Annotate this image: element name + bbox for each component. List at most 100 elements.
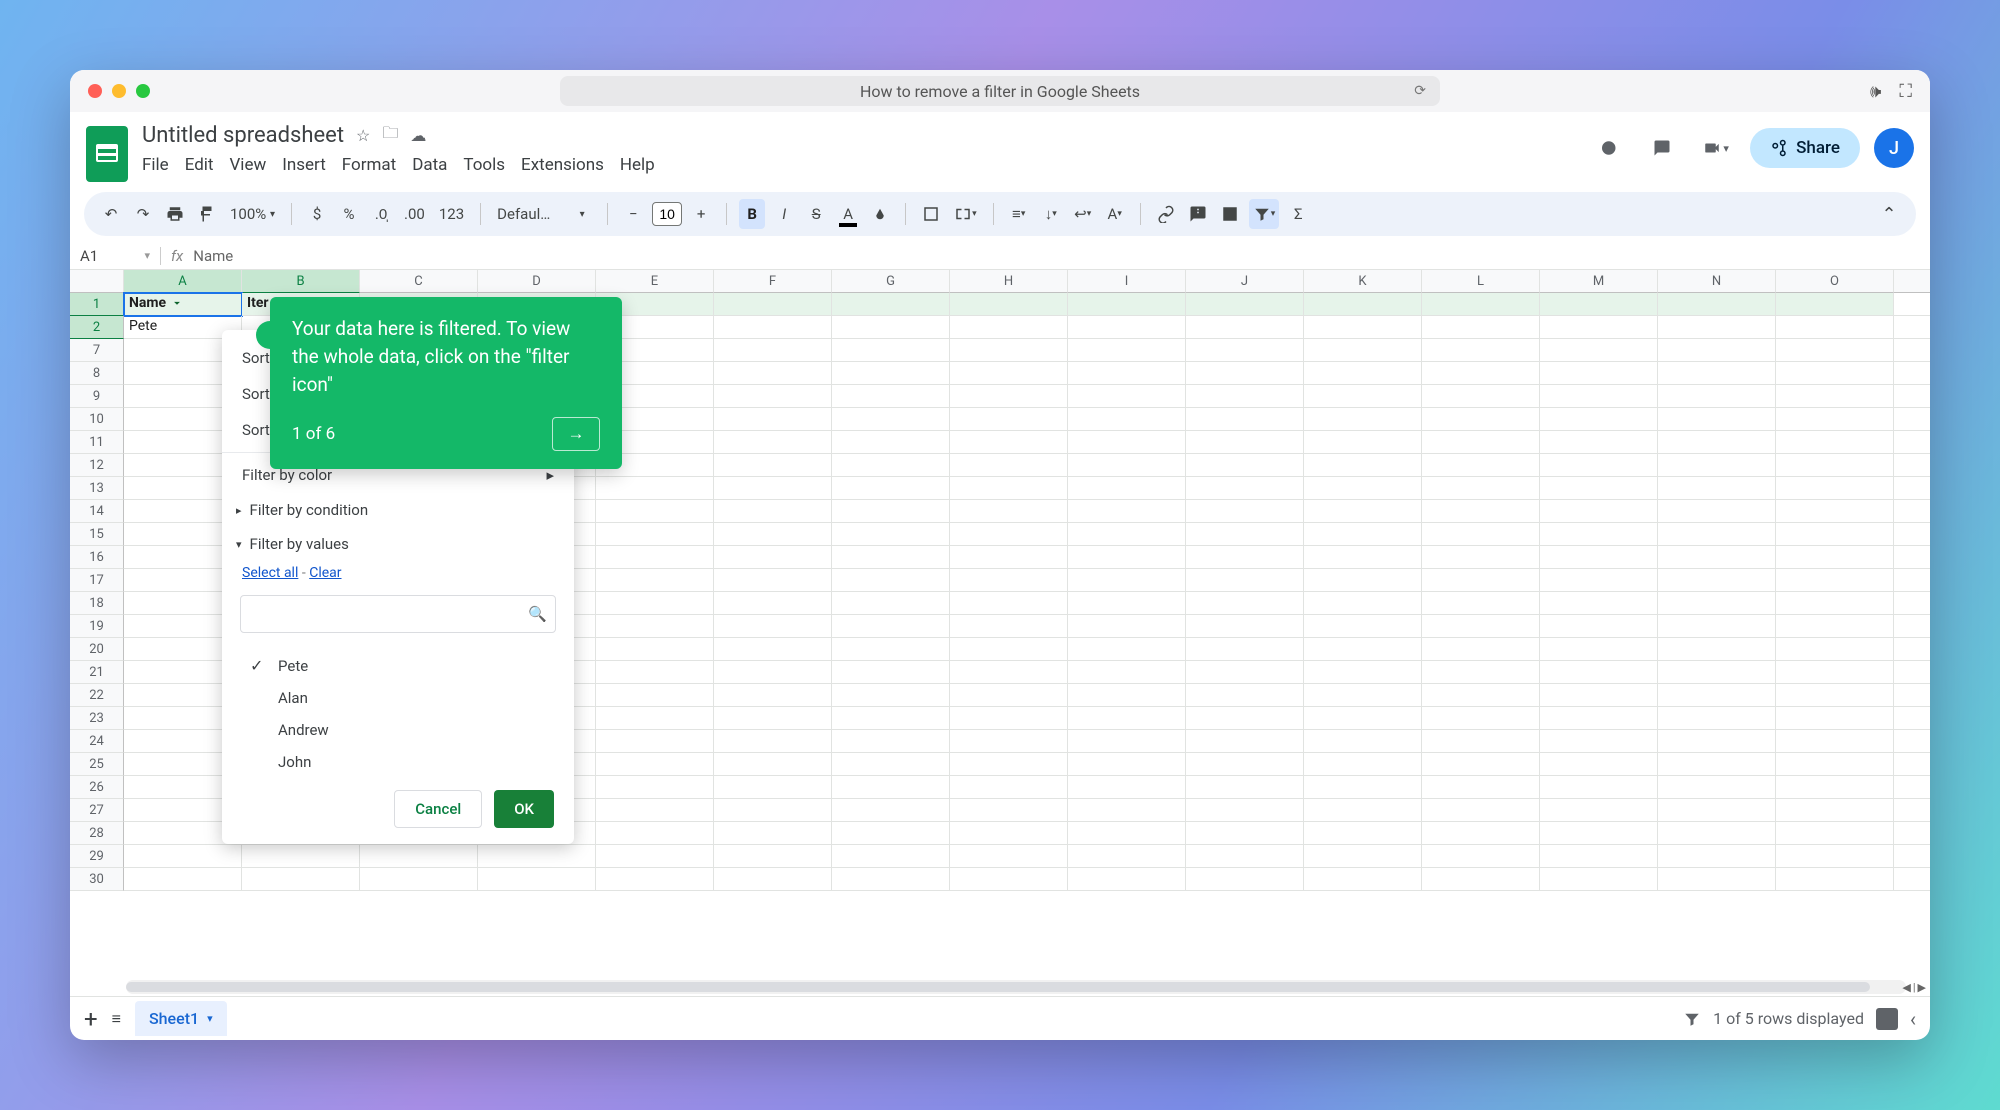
cell[interactable] xyxy=(596,707,714,730)
bold-button[interactable]: B xyxy=(739,199,765,229)
cell[interactable] xyxy=(1658,868,1776,891)
cell[interactable] xyxy=(1776,822,1894,845)
cell[interactable] xyxy=(1186,776,1304,799)
search-icon[interactable]: 🔍 xyxy=(528,605,547,623)
cell[interactable] xyxy=(1422,868,1540,891)
cell[interactable] xyxy=(596,546,714,569)
link-button[interactable] xyxy=(1153,199,1179,229)
cell[interactable] xyxy=(1186,868,1304,891)
cell[interactable] xyxy=(1068,385,1186,408)
cell[interactable] xyxy=(1540,615,1658,638)
column-header-M[interactable]: M xyxy=(1540,270,1658,293)
cell[interactable] xyxy=(1540,868,1658,891)
cell[interactable] xyxy=(1422,776,1540,799)
cell[interactable] xyxy=(1186,661,1304,684)
cell[interactable] xyxy=(1068,293,1186,316)
cell[interactable] xyxy=(1422,546,1540,569)
row-header[interactable]: 11 xyxy=(70,431,124,454)
column-header[interactable] xyxy=(1894,270,1930,293)
cell[interactable] xyxy=(714,293,832,316)
cell[interactable] xyxy=(1186,500,1304,523)
strikethrough-button[interactable]: S xyxy=(803,199,829,229)
column-header-J[interactable]: J xyxy=(1186,270,1304,293)
cell[interactable] xyxy=(1776,592,1894,615)
row-header[interactable]: 7 xyxy=(70,339,124,362)
font-size-input[interactable] xyxy=(652,202,682,226)
cell[interactable] xyxy=(714,569,832,592)
cell[interactable] xyxy=(714,822,832,845)
font-size-decrease[interactable]: − xyxy=(620,199,646,229)
cell[interactable] xyxy=(596,730,714,753)
column-header-K[interactable]: K xyxy=(1304,270,1422,293)
cell[interactable] xyxy=(1186,523,1304,546)
cell[interactable] xyxy=(360,845,478,868)
cell[interactable] xyxy=(1068,592,1186,615)
cell[interactable] xyxy=(950,592,1068,615)
cell[interactable] xyxy=(1894,523,1930,546)
cell[interactable] xyxy=(1304,523,1422,546)
cell[interactable] xyxy=(950,569,1068,592)
fullscreen-icon[interactable]: ⛶ xyxy=(1899,81,1912,102)
row-header[interactable]: 23 xyxy=(70,707,124,730)
filter-value-item[interactable]: Andrew xyxy=(232,714,564,746)
cell[interactable] xyxy=(1658,431,1776,454)
cell[interactable] xyxy=(1894,730,1930,753)
cell[interactable] xyxy=(1894,845,1930,868)
cell[interactable] xyxy=(1894,569,1930,592)
row-header[interactable]: 8 xyxy=(70,362,124,385)
cell[interactable] xyxy=(1540,339,1658,362)
currency-button[interactable]: $ xyxy=(304,199,330,229)
cell[interactable] xyxy=(1068,684,1186,707)
cell[interactable] xyxy=(950,845,1068,868)
cell[interactable] xyxy=(1068,822,1186,845)
cell[interactable] xyxy=(950,339,1068,362)
cell[interactable] xyxy=(1776,339,1894,362)
cell[interactable] xyxy=(1658,385,1776,408)
cell[interactable] xyxy=(714,845,832,868)
merge-button[interactable]: ▾ xyxy=(950,199,981,229)
cell[interactable] xyxy=(950,362,1068,385)
cell[interactable] xyxy=(714,362,832,385)
cell[interactable] xyxy=(1540,546,1658,569)
cell[interactable] xyxy=(714,500,832,523)
insert-chart-button[interactable] xyxy=(1217,199,1243,229)
cell[interactable] xyxy=(1540,569,1658,592)
cell[interactable] xyxy=(1658,316,1776,339)
cell[interactable] xyxy=(1776,638,1894,661)
explore-button[interactable] xyxy=(1876,1008,1898,1030)
meet-icon[interactable]: ▾ xyxy=(1696,128,1736,168)
row-header[interactable]: 21 xyxy=(70,661,124,684)
cell[interactable] xyxy=(1658,362,1776,385)
cell[interactable] xyxy=(950,868,1068,891)
side-panel-toggle-icon[interactable]: ‹ xyxy=(1910,1007,1916,1031)
cell[interactable] xyxy=(1894,339,1930,362)
cell[interactable] xyxy=(1658,569,1776,592)
cell[interactable] xyxy=(1658,661,1776,684)
column-header-O[interactable]: O xyxy=(1776,270,1894,293)
cell[interactable] xyxy=(1658,753,1776,776)
text-color-button[interactable]: A xyxy=(835,199,861,229)
cell[interactable] xyxy=(1422,799,1540,822)
cell[interactable] xyxy=(950,730,1068,753)
cell[interactable] xyxy=(832,546,950,569)
cell[interactable] xyxy=(1776,661,1894,684)
filter-button[interactable]: ▾ xyxy=(1249,199,1280,229)
cell[interactable] xyxy=(242,845,360,868)
cell[interactable] xyxy=(1658,707,1776,730)
cell[interactable] xyxy=(1658,799,1776,822)
filter-values-list[interactable]: ✓PeteAlanAndrewJohn xyxy=(232,643,564,784)
cell[interactable] xyxy=(950,684,1068,707)
cell[interactable] xyxy=(714,523,832,546)
cell[interactable] xyxy=(714,730,832,753)
cell[interactable] xyxy=(1776,408,1894,431)
spreadsheet-grid[interactable]: ABCDEFGHIJKLMNO1NameIter2Pete78910111213… xyxy=(70,270,1930,996)
cell[interactable] xyxy=(1540,500,1658,523)
cell[interactable] xyxy=(714,868,832,891)
cell[interactable] xyxy=(1540,661,1658,684)
cell[interactable] xyxy=(1540,845,1658,868)
cell[interactable] xyxy=(1186,385,1304,408)
cell[interactable] xyxy=(1304,293,1422,316)
cell[interactable] xyxy=(1658,822,1776,845)
cell[interactable] xyxy=(596,845,714,868)
cell[interactable] xyxy=(714,339,832,362)
